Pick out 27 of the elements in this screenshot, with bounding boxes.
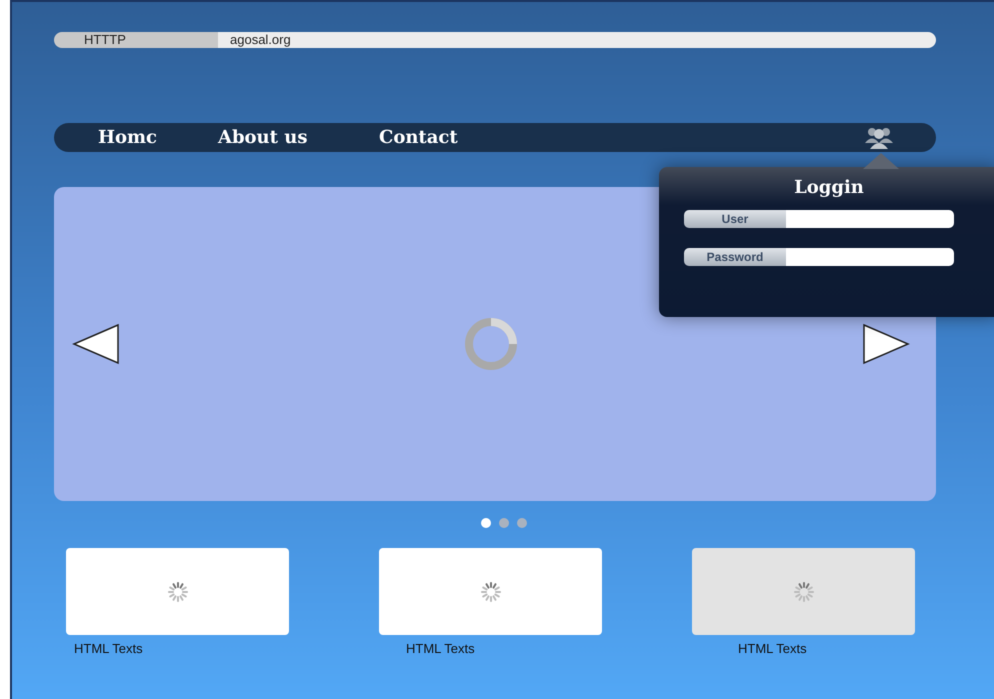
loading-spinner-icon	[166, 580, 190, 604]
popup-title: Loggin	[793, 177, 865, 198]
loading-spinner-icon	[478, 580, 502, 604]
loading-spinner-icon	[792, 580, 816, 604]
nav-link[interactable]: Contact	[379, 127, 458, 148]
input-field[interactable]	[786, 210, 954, 228]
content-card[interactable]	[692, 548, 915, 635]
slide-dot[interactable]	[481, 518, 491, 528]
left-arrow-icon[interactable]	[72, 323, 120, 365]
users-icon[interactable]	[864, 125, 894, 149]
field-label: Password	[684, 248, 786, 266]
protocol-label: HTTTP	[54, 32, 218, 48]
right-arrow-icon[interactable]	[862, 323, 910, 365]
content-card[interactable]	[66, 548, 289, 635]
url-text: agosal.org	[218, 32, 936, 48]
slide-dot[interactable]	[499, 518, 509, 528]
nav-link[interactable]: Homc	[98, 127, 158, 148]
input-field[interactable]	[786, 248, 954, 266]
popup-pointer-icon	[863, 153, 899, 169]
card-caption: HTML Texts	[738, 641, 807, 656]
card-caption: HTML Texts	[406, 641, 475, 656]
nav-link[interactable]: About us	[218, 127, 308, 148]
slide-dot[interactable]	[517, 518, 527, 528]
content-card[interactable]	[379, 548, 602, 635]
card-caption: HTML Texts	[74, 641, 143, 656]
address-bar[interactable]: HTTTP agosal.org	[54, 32, 936, 48]
field-label: User	[684, 210, 786, 228]
